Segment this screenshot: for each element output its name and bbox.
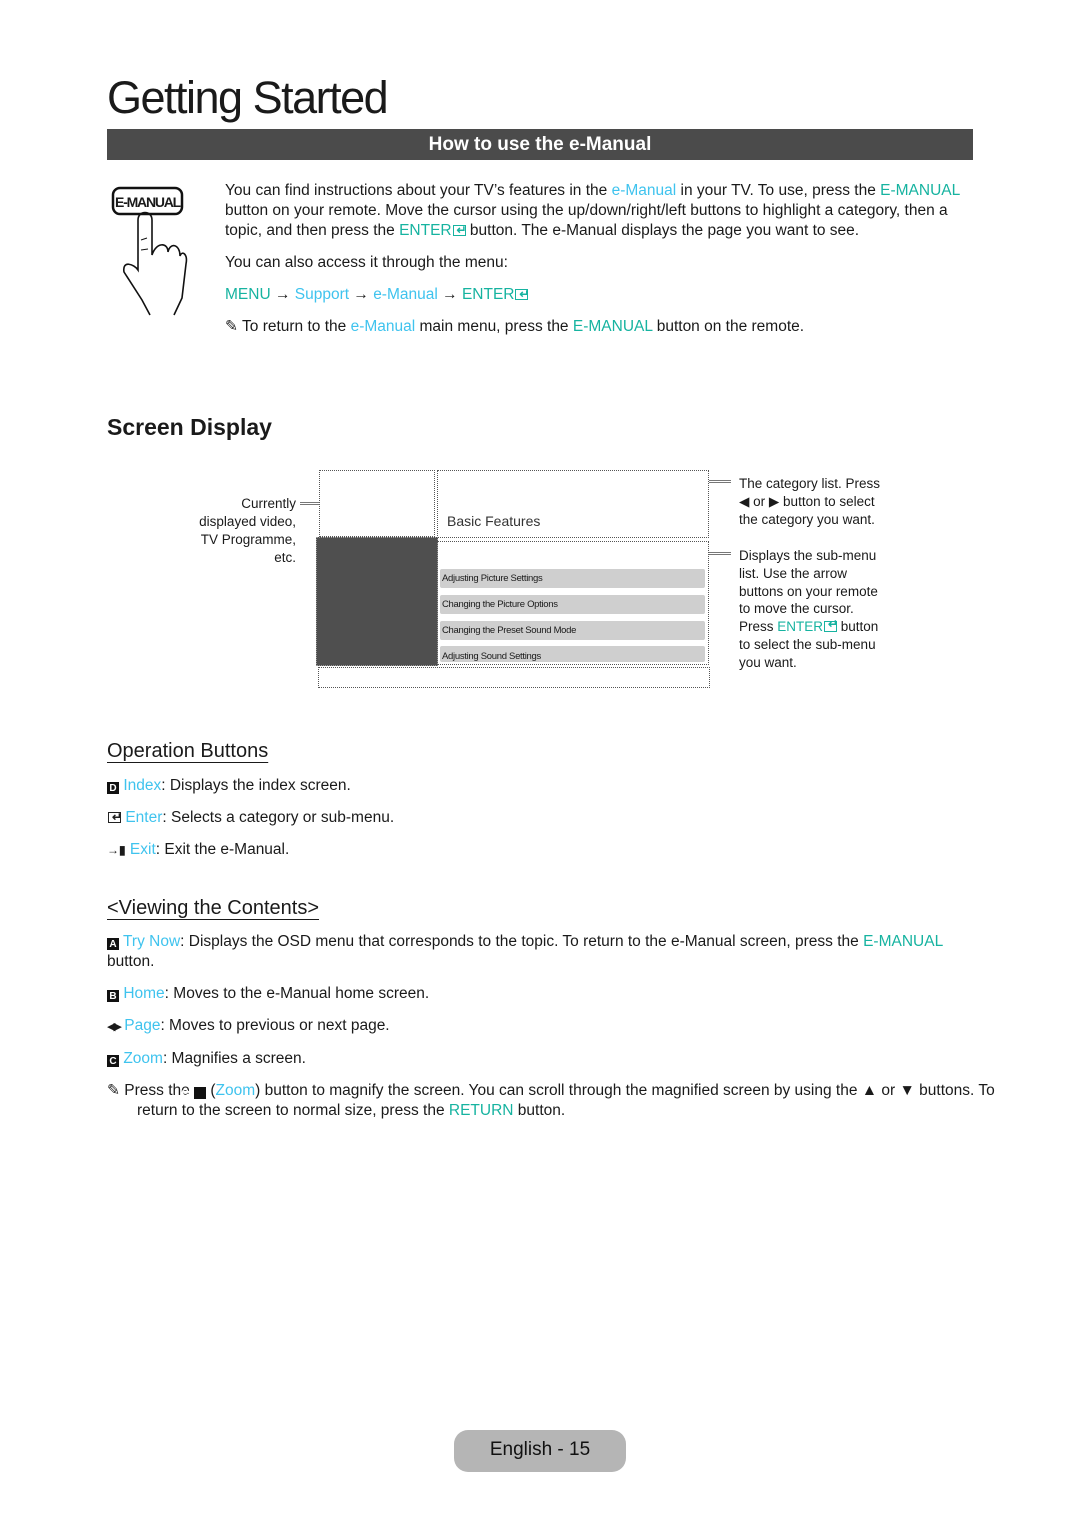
op-desc: : Exit the e-Manual. [155, 841, 290, 858]
operation-buttons-list: D Index: Displays the index screen. Ente… [107, 776, 394, 860]
button-name: RETURN [448, 1102, 514, 1119]
submenu-item[interactable]: Changing the Preset Sound Mode [440, 621, 705, 640]
vc-label-try-now: Try Now [123, 933, 181, 950]
operation-buttons-heading: Operation Buttons [107, 740, 269, 762]
submenu-item[interactable]: Adjusting Picture Settings [440, 569, 705, 588]
text-run: The category list. Press [739, 476, 881, 491]
menu-access-text: You can also access it through the menu: [225, 254, 508, 271]
menu-term: e-Manual [350, 318, 416, 335]
key-b-icon: B [107, 990, 119, 1002]
menu-term: Zoom [215, 1082, 256, 1099]
button-name: ENTER [399, 222, 452, 239]
chapter-title: Getting Started [107, 72, 389, 123]
video-callout: Currently displayed video, TV Programme,… [180, 495, 296, 567]
op-item-index: D Index: Displays the index screen. [107, 776, 394, 796]
text-run: → [270, 286, 295, 303]
vc-desc: : Displays the OSD menu that corresponds… [180, 933, 864, 950]
exit-icon: →▮ [107, 843, 126, 857]
button-name: ENTER [777, 619, 824, 635]
button-name: MENU [225, 286, 271, 303]
button-name: E-MANUAL [880, 182, 960, 199]
button-name: ENTER [461, 286, 515, 303]
op-label-index: Index [123, 777, 162, 794]
return-note: ✎ To return to the e-Manual main menu, p… [225, 317, 965, 337]
bottom-bar-box [318, 667, 710, 688]
submenu-connector-line [709, 552, 731, 555]
video-callout-line: displayed video, [199, 514, 296, 529]
vc-item-try-now: A Try Now: Displays the OSD menu that co… [107, 932, 973, 972]
text-run: button. [513, 1102, 566, 1119]
menu-term: Support [294, 286, 350, 303]
video-area [316, 537, 438, 666]
menu-path: MENU → Support → e-Manual → ENTER [225, 284, 965, 305]
text-run: ◀ [739, 493, 750, 509]
submenu-callout: Displays the sub-menu list. Use the arro… [739, 547, 879, 672]
enter-icon [108, 807, 122, 827]
index-d-icon: D [107, 782, 119, 794]
video-connector-line [300, 502, 319, 505]
video-callout-line: TV Programme, [200, 532, 296, 547]
screen-display-heading: Screen Display [107, 414, 272, 440]
text-run: You can find instructions about your TV’… [225, 182, 612, 199]
submenu-item[interactable]: Changing the Picture Options [440, 595, 705, 614]
button-name: E-MANUAL [572, 318, 653, 335]
category-label[interactable]: Basic Features [447, 513, 540, 529]
vc-item-zoom: C Zoom: Magnifies a screen. [107, 1049, 973, 1069]
intro-block: You can find instructions about your TV’… [225, 181, 965, 337]
video-top-box [319, 470, 435, 537]
key-c-icon: C [107, 1055, 119, 1067]
text-run: ( [206, 1082, 216, 1099]
vc-label-home: Home [123, 985, 165, 1002]
vc-label-page: Page [124, 1017, 161, 1034]
key-a-icon: A [107, 938, 119, 950]
category-connector-line [709, 480, 731, 483]
op-desc: : Displays the index screen. [161, 777, 351, 794]
text-run: in your TV. To use, press the [676, 182, 881, 199]
menu-term: e-Manual [611, 182, 677, 199]
vc-desc: : Moves to the e-Manual home screen. [164, 985, 430, 1002]
enter-icon [452, 220, 467, 240]
section-bar: How to use the e-Manual [107, 129, 973, 160]
op-item-exit: →▮ Exit: Exit the e-Manual. [107, 840, 394, 860]
page-arrows-icon: ◀▶ [107, 1021, 122, 1033]
text-run: → [437, 286, 462, 303]
category-box: Basic Features [437, 470, 709, 538]
text-run: ) button to magnify the screen. You can … [137, 1082, 995, 1119]
vc-desc: : Magnifies a screen. [162, 1050, 306, 1067]
text-run: button. The e-Manual displays the page y… [465, 222, 860, 239]
zoom-note: ✎ Press the C (Zoom) button to magnify t… [107, 1081, 997, 1121]
text-run: or [749, 493, 769, 509]
enter-icon [515, 284, 529, 304]
e-manual-button-label: E-MANUAL [114, 194, 181, 210]
text-run: button on the remote. [652, 318, 805, 335]
video-callout-line: etc. [274, 550, 296, 565]
text-run: ✎ To return to the [225, 318, 351, 335]
text-run: → [349, 286, 374, 303]
vc-label-zoom: Zoom [123, 1050, 163, 1067]
vc-desc-tail: button. [107, 953, 155, 970]
e-manual-hand-icon: E-MANUAL [108, 180, 188, 320]
intro-paragraph: You can find instructions about your TV’… [225, 181, 965, 241]
video-callout-line: Currently [241, 496, 296, 511]
op-label-exit: Exit [129, 841, 156, 858]
viewing-contents-heading: <Viewing the Contents> [107, 897, 320, 919]
enter-icon [824, 616, 838, 634]
vc-button-e-manual: E-MANUAL [863, 933, 943, 950]
op-desc: : Selects a category or sub-menu. [162, 809, 395, 826]
op-label-enter: Enter [125, 809, 163, 826]
vc-item-page: ◀▶ Page: Moves to previous or next page. [107, 1016, 973, 1037]
vc-item-home: B Home: Moves to the e-Manual home scree… [107, 984, 973, 1004]
op-item-enter: Enter: Selects a category or sub-menu. [107, 807, 395, 828]
viewing-contents-list: A Try Now: Displays the OSD menu that co… [107, 932, 995, 1121]
page-number-badge: English - 15 [454, 1430, 626, 1472]
text-run: ▶ [768, 493, 780, 509]
category-callout: The category list. Press ◀ or ▶ button t… [739, 475, 884, 528]
key-c-icon: C [181, 1087, 207, 1099]
text-run: main menu, press the [415, 318, 573, 335]
vc-desc: : Moves to previous or next page. [160, 1017, 390, 1034]
menu-term: e-Manual [373, 286, 438, 303]
submenu-item[interactable]: Adjusting Sound Settings [440, 646, 705, 662]
